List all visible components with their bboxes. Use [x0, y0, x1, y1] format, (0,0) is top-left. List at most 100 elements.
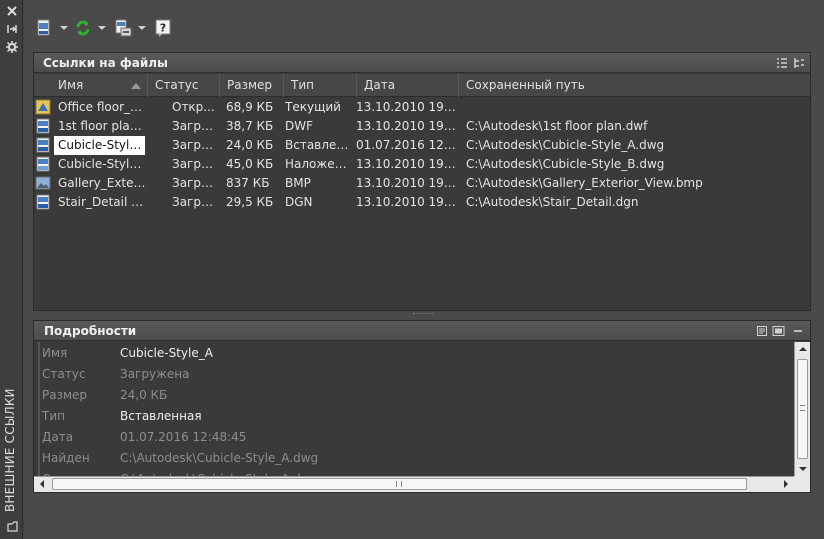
vertical-scrollbar[interactable]	[794, 342, 810, 476]
column-header-status[interactable]: Статус	[148, 74, 220, 97]
details-label: Имя	[42, 346, 68, 360]
refresh-button[interactable]	[74, 17, 106, 39]
column-header-saved-path[interactable]: Сохраненный путь	[459, 74, 810, 97]
cell-path	[466, 98, 806, 117]
scroll-down-arrow-icon[interactable]	[799, 467, 807, 471]
autohide-icon[interactable]	[4, 22, 19, 36]
details-view-icon[interactable]	[756, 325, 768, 337]
table-row[interactable]: Office floor_p... Откр... 68,9 КБ Текущи…	[34, 98, 810, 117]
sort-ascending-icon	[131, 83, 141, 89]
scroll-left-arrow-icon[interactable]	[40, 480, 44, 488]
cell-date: 13.10.2010 19:07:...	[356, 157, 456, 171]
details-value: 01.07.2016 12:48:45	[120, 430, 247, 444]
chevron-down-icon[interactable]	[98, 26, 106, 30]
column-header-name[interactable]: Имя	[51, 74, 148, 97]
details-property-list: Имя Cubicle-Style_A Статус Загружена Раз…	[34, 342, 794, 477]
help-button[interactable]: ?	[154, 17, 174, 39]
panel-splitter[interactable]	[33, 310, 811, 318]
cell-name: Office floor_p...	[58, 100, 146, 114]
chevron-down-icon[interactable]	[60, 26, 68, 30]
splitter-grip[interactable]	[413, 313, 433, 315]
table-row[interactable]: Cubicle-Style_B Загру... 45,0 КБ Наложен…	[34, 155, 810, 174]
column-header-label: Дата	[364, 78, 396, 92]
dwg-overlay-icon	[36, 156, 50, 172]
preview-view-icon[interactable]	[772, 325, 785, 337]
cell-status: Откр...	[172, 100, 215, 114]
table-row[interactable]: Gallery_Exteri... Загру... 837 КБ BMP 13…	[34, 174, 810, 193]
drawing-icon	[35, 99, 51, 115]
cell-size: 45,0 КБ	[226, 157, 274, 171]
cell-size: 24,0 КБ	[226, 138, 274, 152]
chevron-down-icon[interactable]	[138, 26, 146, 30]
help-icon: ?	[155, 19, 171, 37]
horizontal-scrollbar[interactable]	[34, 476, 794, 492]
change-path-icon	[115, 19, 132, 37]
attach-dwg-button[interactable]	[36, 17, 68, 39]
cell-name: Stair_Detail - ...	[58, 195, 146, 209]
details-panel: Подробности Имя Cubicle-Style_A Статус З…	[33, 320, 811, 493]
details-margin-bar	[38, 342, 40, 477]
panel-title: Ссылки на файлы	[43, 56, 168, 70]
details-label: Тип	[42, 409, 65, 423]
column-header-label: Статус	[155, 78, 199, 92]
cell-name: Gallery_Exteri...	[58, 176, 146, 190]
cell-type: Текущий	[285, 100, 341, 114]
cell-type: DWF	[285, 119, 314, 133]
dgn-icon	[36, 194, 50, 210]
column-header-row: Имя Статус Размер Тип Дата Сохраненный п…	[34, 74, 810, 97]
dwg-icon	[36, 137, 50, 153]
vertical-scroll-thumb[interactable]	[797, 359, 808, 459]
cell-path: C:\Autodesk\Gallery_Exterior_View.bmp	[466, 176, 703, 190]
cell-date: 13.10.2010 19:07:...	[356, 119, 456, 133]
attach-dwg-icon	[37, 19, 50, 36]
thumb-grip	[800, 405, 805, 411]
properties-gear-icon[interactable]	[4, 40, 19, 54]
table-row[interactable]: Stair_Detail - ... Загру... 29,5 КБ DGN …	[34, 193, 810, 212]
cell-name: Cubicle-Style_B	[58, 157, 146, 171]
collapse-icon[interactable]	[792, 325, 804, 337]
cell-type: DGN	[285, 195, 313, 209]
details-value: Загружена	[120, 367, 190, 381]
cell-date: 13.10.2010 19:07:...	[356, 176, 456, 190]
cell-type: BMP	[285, 176, 311, 190]
cell-path: C:\Autodesk\Stair_Detail.dgn	[466, 195, 639, 209]
cell-date: 13.10.2010 19:07:...	[356, 100, 456, 114]
details-label: Дата	[42, 430, 74, 444]
details-label: Размер	[42, 388, 88, 402]
palette-vertical-title: ВНЕШНИЕ ССЫЛКИ	[3, 388, 17, 512]
palette-menu-icon[interactable]	[4, 519, 19, 533]
details-value[interactable]: Вставленная	[120, 406, 202, 427]
column-header-label: Сохраненный путь	[466, 78, 585, 92]
cell-type: Вставлен...	[285, 138, 353, 152]
scroll-right-arrow-icon[interactable]	[784, 480, 788, 488]
cell-status: Загру...	[172, 195, 216, 209]
details-label: Статус	[42, 367, 86, 381]
svg-text:?: ?	[160, 22, 166, 35]
scroll-up-arrow-icon[interactable]	[799, 347, 807, 351]
cell-size: 837 КБ	[226, 176, 270, 190]
list-view-icon[interactable]	[776, 57, 788, 69]
file-references-panel: Ссылки на файлы Имя Статус Размер Тип Да…	[33, 52, 811, 311]
table-row[interactable]: 1st floor plan ... Загру... 38,7 КБ DWF …	[34, 117, 810, 136]
cell-status: Загру...	[172, 119, 216, 133]
cell-status: Загру...	[172, 138, 216, 152]
horizontal-scroll-thumb[interactable]	[52, 478, 747, 490]
table-row-selected[interactable]: Cubicle-Style_A Загру... 24,0 КБ Вставле…	[34, 136, 810, 155]
column-header-type[interactable]: Тип	[284, 74, 357, 97]
cell-path: C:\Autodesk\Cubicle-Style_A.dwg	[466, 138, 665, 152]
details-value: C:\Autodesk\Cubicle-Style_A.dwg	[120, 451, 319, 465]
cell-name: Cubicle-Style_A	[54, 136, 145, 155]
column-header-size[interactable]: Размер	[220, 74, 284, 97]
details-value: 24,0 КБ	[120, 388, 168, 402]
column-header-date[interactable]: Дата	[357, 74, 459, 97]
close-icon[interactable]	[4, 4, 19, 18]
details-value: Cubicle-Style_A	[120, 346, 213, 360]
cell-size: 68,9 КБ	[226, 100, 274, 114]
change-path-button[interactable]	[114, 17, 146, 39]
cell-date: 13.10.2010 19:07:...	[356, 195, 456, 209]
tree-view-icon[interactable]	[793, 57, 805, 69]
cell-name: 1st floor plan ...	[58, 119, 146, 133]
cell-path: C:\Autodesk\1st floor plan.dwf	[466, 119, 648, 133]
panel-title: Подробности	[44, 324, 137, 338]
dwf-icon	[36, 118, 50, 134]
